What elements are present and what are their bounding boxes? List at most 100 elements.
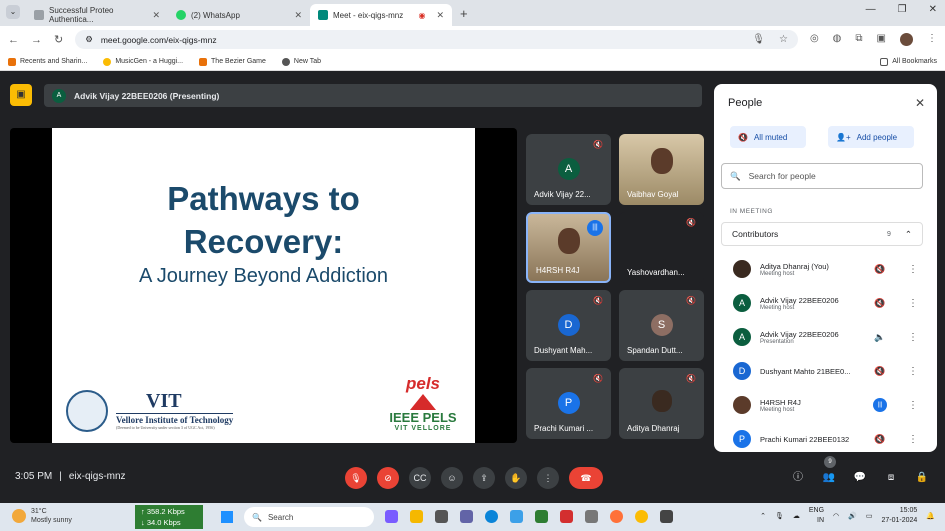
meeting-info-separator: | — [59, 471, 62, 482]
mic-toggle-icon[interactable]: 🎙 — [345, 467, 367, 489]
more-options-icon[interactable]: ⋮ — [908, 434, 918, 445]
mic-off-icon[interactable]: 🔇 — [873, 366, 887, 377]
participant-tile-speaking[interactable]: ||| H4RSH R4J — [526, 212, 611, 283]
puzzle-extensions-icon[interactable]: ⧉ — [855, 33, 862, 46]
chevron-up-icon[interactable]: ⌃ — [760, 512, 766, 520]
activities-icon[interactable]: ⧈ — [882, 467, 900, 489]
app-icon[interactable] — [560, 510, 573, 523]
more-options-icon[interactable]: ⋮ — [908, 298, 918, 309]
add-people-button[interactable]: 👤+ Add people — [828, 126, 914, 148]
participant-row[interactable]: Aditya Dhanraj (You) Meeting host 🔇 ⋮ — [721, 254, 923, 284]
file-explorer-icon[interactable] — [410, 510, 423, 523]
more-options-icon[interactable]: ⋮ — [908, 366, 918, 377]
site-settings-icon[interactable]: ⚙ — [85, 34, 93, 45]
app-icon[interactable] — [660, 510, 673, 523]
more-options-icon[interactable]: ⋮ — [908, 264, 918, 275]
weather-widget[interactable]: 31°C Mostly sunny — [12, 507, 72, 525]
mic-tray-icon[interactable]: 🎙 — [775, 512, 784, 520]
audio-off-icon[interactable]: 🔈 — [873, 332, 887, 343]
app-icon[interactable] — [460, 510, 473, 523]
bookmark-newtab[interactable]: New Tab — [281, 57, 321, 66]
browser-tab-whatsapp[interactable]: (2) WhatsApp ✕ — [168, 4, 310, 26]
close-window-icon[interactable]: ✕ — [929, 4, 937, 15]
participant-tile[interactable]: Vaibhav Goyal — [619, 134, 704, 205]
contributors-section-toggle[interactable]: Contributors 9 ⌃ — [721, 222, 923, 246]
bookmark-bezier[interactable]: The Bezier Game — [199, 57, 266, 66]
mic-off-icon[interactable]: 🔇 — [873, 298, 887, 309]
host-controls-icon[interactable]: 🔒 — [913, 467, 931, 489]
app-icon[interactable] — [385, 510, 398, 523]
participant-row[interactable]: P Prachi Kumari 22BEE0132 🔇 ⋮ — [721, 424, 923, 454]
mic-off-icon[interactable]: 🔇 — [873, 264, 887, 275]
participant-tile[interactable]: 🔇 P Prachi Kumari ... — [526, 368, 611, 439]
mic-off-icon[interactable]: 🔇 — [873, 434, 887, 445]
app-icon[interactable] — [585, 510, 598, 523]
meeting-details-icon[interactable]: ⓘ — [789, 467, 807, 489]
omnibox[interactable]: ⚙ meet.google.com/eix-qigs-mnz 🎙 ☆ — [75, 30, 798, 49]
sidebar-icon[interactable]: ▣ — [877, 33, 886, 46]
bookmark-recents[interactable]: Recents and Sharin... — [8, 57, 87, 66]
participant-tile[interactable]: 🔇 A Advik Vijay 22... — [526, 134, 611, 205]
chrome-icon[interactable] — [635, 510, 648, 523]
participant-row[interactable]: A Advik Vijay 22BEE0206 Meeting host 🔇 ⋮ — [721, 288, 923, 318]
app-icon[interactable] — [510, 510, 523, 523]
participant-tile[interactable]: 🔇 Yashovardhan... — [619, 212, 704, 283]
more-options-icon[interactable]: ⋮ — [908, 400, 918, 411]
language-indicator[interactable]: ENG IN — [809, 506, 824, 526]
present-screen-icon[interactable]: ⇪ — [473, 467, 495, 489]
participant-row[interactable]: H4RSH R4J Meeting host ||| ⋮ — [721, 390, 923, 420]
browser-tab-proteo[interactable]: Successful Proteo Authentica... ✕ — [26, 4, 168, 26]
app-icon[interactable] — [435, 510, 448, 523]
minimize-icon[interactable]: — — [866, 4, 876, 15]
extension-icon[interactable]: ◎ — [810, 33, 819, 46]
bookmark-star-icon[interactable]: ☆ — [779, 34, 788, 45]
bookmark-musicgen[interactable]: MusicGen - a Huggi... — [103, 57, 183, 66]
more-options-icon[interactable]: ⋮ — [908, 332, 918, 343]
raise-hand-icon[interactable]: ✋ — [505, 467, 527, 489]
profile-avatar[interactable] — [900, 33, 913, 46]
participant-tile[interactable]: 🔇 S Spandan Dutt... — [619, 290, 704, 361]
search-people-input[interactable]: 🔍 Search for people — [721, 163, 923, 189]
taskbar-search[interactable]: 🔍 Search — [244, 507, 374, 527]
camera-toggle-icon[interactable]: ⊘ — [377, 467, 399, 489]
windows-start-icon[interactable] — [221, 511, 233, 523]
menu-kebab-icon[interactable]: ⋮ — [927, 33, 937, 46]
captions-icon[interactable]: CC — [409, 467, 431, 489]
leave-call-icon[interactable]: ☎ — [569, 467, 603, 489]
people-icon[interactable]: 👥 9 — [820, 456, 838, 489]
presentation-toggle-icon[interactable]: ▣ — [10, 84, 32, 106]
all-muted-button[interactable]: 🔇 All muted — [730, 126, 806, 148]
meeting-info: 3:05 PM | eix-qigs-mnz — [15, 471, 126, 482]
volume-icon[interactable]: 🔊 — [848, 512, 857, 520]
participant-row[interactable]: D Dushyant Mahto 21BEE0... 🔇 ⋮ — [721, 356, 923, 386]
forward-arrow-icon[interactable]: → — [31, 34, 42, 46]
cloud-icon[interactable]: ☁ — [793, 512, 800, 520]
tab-search-chevron-icon[interactable]: ⌄ — [6, 5, 20, 19]
tab-close-icon[interactable]: ✕ — [294, 10, 302, 21]
firefox-icon[interactable] — [610, 510, 623, 523]
app-icon[interactable] — [535, 510, 548, 523]
chat-icon[interactable]: 💬 — [851, 467, 869, 489]
tab-close-icon[interactable]: ✕ — [152, 10, 160, 21]
extension2-icon[interactable]: ◍ — [833, 33, 842, 46]
participant-row[interactable]: A Advik Vijay 22BEE0206 Presentation 🔈 ⋮ — [721, 322, 923, 352]
participant-tile[interactable]: 🔇 Aditya Dhanraj — [619, 368, 704, 439]
wifi-icon[interactable]: ◠ — [833, 512, 839, 520]
back-arrow-icon[interactable]: ← — [8, 34, 19, 46]
emoji-reaction-icon[interactable]: ☺ — [441, 467, 463, 489]
participant-name: Spandan Dutt... — [627, 346, 683, 355]
battery-icon[interactable]: ▭ — [866, 512, 873, 520]
all-bookmarks[interactable]: All Bookmarks — [880, 57, 937, 66]
notification-icon[interactable]: 🔔 — [926, 512, 935, 520]
reload-icon[interactable]: ↻ — [54, 33, 63, 46]
participant-tile[interactable]: 🔇 D Dushyant Mah... — [526, 290, 611, 361]
tab-close-icon[interactable]: ✕ — [436, 10, 444, 21]
microphone-icon[interactable]: 🎙 — [752, 34, 765, 45]
maximize-icon[interactable]: ❐ — [898, 4, 907, 15]
more-options-icon[interactable]: ⋮ — [537, 467, 559, 489]
clock[interactable]: 15:05 27-01-2024 — [881, 506, 917, 526]
edge-icon[interactable] — [485, 510, 498, 523]
new-tab-plus-icon[interactable]: + — [460, 6, 468, 21]
browser-tab-meet[interactable]: Meet - eix-qigs-mnz ◉ ✕ — [310, 4, 452, 26]
close-panel-icon[interactable]: ✕ — [915, 96, 925, 110]
